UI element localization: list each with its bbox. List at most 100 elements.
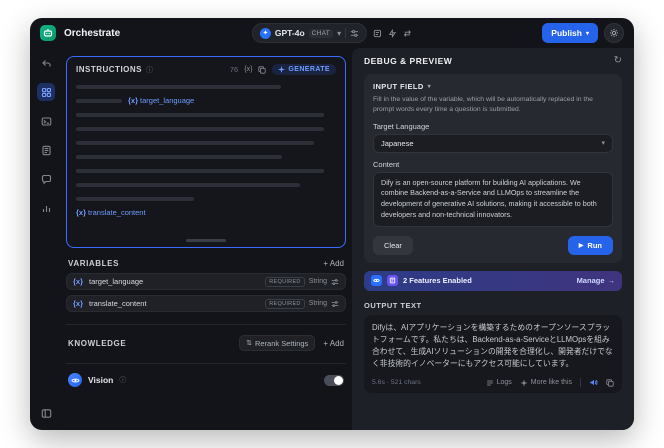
logs-label: Logs <box>496 379 512 387</box>
info-icon: ⓘ <box>119 377 127 384</box>
sidebar-item-orchestrate[interactable] <box>37 83 55 101</box>
vision-icon <box>68 373 82 387</box>
app-header: Orchestrate ✦ GPT-4o CHAT ▾ Publish ▾ <box>30 18 634 48</box>
rerank-label: Rerank Settings <box>254 338 309 348</box>
header-actions: Publish ▾ <box>542 23 624 43</box>
variable-type: String <box>308 300 327 307</box>
app-window: Orchestrate ✦ GPT-4o CHAT ▾ Publish ▾ IN… <box>30 18 634 430</box>
features-bar[interactable]: 2 Features Enabled Manage → <box>364 270 622 291</box>
refresh-icon[interactable]: ↻ <box>614 56 622 66</box>
manage-label: Manage <box>576 276 605 286</box>
prompt-line <box>76 112 324 117</box>
sparkle-icon <box>520 379 528 387</box>
back-icon[interactable] <box>37 54 55 72</box>
variable-icon: {x} <box>73 299 84 308</box>
target-language-label: Target Language <box>373 121 430 131</box>
model-selector[interactable]: ✦ GPT-4o CHAT ▾ <box>251 23 368 43</box>
arrow-right-icon: → <box>607 276 616 286</box>
features-count-label: 2 Features Enabled <box>403 276 472 286</box>
prompt-line <box>76 154 282 159</box>
rerank-icon: ⇅ <box>246 340 252 347</box>
debug-title: DEBUG & PREVIEW <box>364 56 453 66</box>
variable-name: target_language <box>89 277 144 286</box>
target-language-select[interactable]: Japanese ▾ <box>373 133 613 153</box>
output-footer: 5.6s · 521 chars Logs More like this <box>372 378 614 388</box>
input-field-toggle[interactable]: INPUT FIELD ▾ <box>373 82 613 91</box>
speaker-icon[interactable] <box>589 378 598 387</box>
orchestrate-panel: INSTRUCTIONS ⓘ 76 {x} GENERATE {x} targe… <box>62 48 352 430</box>
generate-label: GENERATE <box>288 66 330 73</box>
play-icon: ▶ <box>578 242 584 249</box>
model-mode-badge: CHAT <box>308 28 334 38</box>
char-count: 76 <box>229 65 239 74</box>
variable-row-translate-content[interactable]: {x} translate_content REQUIRED String <box>66 295 346 312</box>
prompt-line <box>76 182 300 187</box>
debug-preview-panel: DEBUG & PREVIEW ↻ INPUT FIELD ▾ Fill in … <box>352 48 634 430</box>
required-badge: REQUIRED <box>265 298 305 309</box>
manage-features-link[interactable]: Manage → <box>577 276 615 285</box>
prompt-log-icon[interactable] <box>373 29 382 38</box>
debug-header: DEBUG & PREVIEW ↻ <box>364 56 622 67</box>
rerank-settings-button[interactable]: ⇅ Rerank Settings <box>239 335 316 351</box>
variable-row-target-language[interactable]: {x} target_language REQUIRED String <box>66 273 346 290</box>
generate-button[interactable]: GENERATE <box>272 64 336 75</box>
add-variable-button[interactable]: + Add <box>323 259 344 268</box>
sidebar <box>30 48 62 430</box>
settings-button[interactable] <box>604 23 624 43</box>
run-button[interactable]: ▶ Run <box>567 235 613 255</box>
output-stats: 5.6s · 521 chars <box>372 379 421 387</box>
clear-button[interactable]: Clear <box>373 235 413 255</box>
model-name: GPT-4o <box>274 28 305 38</box>
knowledge-title: KNOWLEDGE <box>68 338 127 348</box>
copy-icon[interactable] <box>258 65 267 74</box>
run-label: Run <box>587 240 602 250</box>
prompt-line <box>76 168 324 173</box>
divider <box>345 28 347 38</box>
model-params-icon[interactable] <box>350 29 359 38</box>
collapse-panel-icon[interactable] <box>37 404 55 422</box>
variable-meta: REQUIRED String <box>265 276 339 287</box>
content-label: Content <box>373 159 400 169</box>
prompt-line <box>76 84 281 89</box>
toggle-knob <box>334 375 343 385</box>
chevron-down-icon: ▾ <box>337 28 342 38</box>
logs-button[interactable]: Logs <box>486 379 512 387</box>
variables-title: VARIABLES <box>68 259 120 268</box>
content-textarea[interactable]: Dify is an open-source platform for buil… <box>373 171 613 227</box>
swap-icon[interactable] <box>403 29 412 38</box>
horizontal-scrollbar[interactable] <box>186 239 226 242</box>
variable-config-icon[interactable] <box>331 300 339 308</box>
instructions-title: INSTRUCTIONS <box>76 65 142 74</box>
chevron-down-icon: ▾ <box>585 30 589 37</box>
target-language-value: Japanese <box>381 138 414 148</box>
sidebar-item-preview[interactable] <box>37 112 55 130</box>
sidebar-item-monitoring[interactable] <box>37 199 55 217</box>
copy-icon[interactable] <box>606 379 614 387</box>
input-field-description: Fill in the value of the variable, which… <box>373 96 593 113</box>
more-like-this-button[interactable]: More like this <box>520 379 572 387</box>
citation-feature-icon <box>387 275 398 287</box>
prompt-line <box>76 98 122 103</box>
vision-toggle[interactable] <box>324 374 344 386</box>
model-toolbar: ✦ GPT-4o CHAT ▾ <box>251 23 412 43</box>
prompt-line <box>76 126 324 131</box>
variable-icon: {x} <box>73 277 84 286</box>
instructions-editor[interactable]: INSTRUCTIONS ⓘ 76 {x} GENERATE {x} targe… <box>66 56 346 248</box>
page-title: Orchestrate <box>64 27 121 39</box>
chevron-down-icon: ▾ <box>601 140 605 148</box>
more-like-this-label: More like this <box>530 379 572 387</box>
variable-name: translate_content <box>89 299 147 308</box>
sidebar-item-annotations[interactable] <box>37 170 55 188</box>
output-title: OUTPUT TEXT <box>364 300 422 310</box>
sidebar-item-logs[interactable] <box>37 141 55 159</box>
publish-button[interactable]: Publish ▾ <box>542 23 598 43</box>
desktop-background: Orchestrate ✦ GPT-4o CHAT ▾ Publish ▾ IN… <box>0 0 664 448</box>
insert-variable-icon[interactable]: {x} <box>244 66 252 73</box>
shortcuts-icon[interactable] <box>388 28 397 38</box>
app-logo-icon[interactable] <box>40 25 56 41</box>
instructions-header: INSTRUCTIONS ⓘ 76 {x} GENERATE <box>76 64 336 75</box>
knowledge-section: KNOWLEDGE ⇅ Rerank Settings + Add <box>66 324 346 351</box>
add-knowledge-button[interactable]: + Add <box>323 339 344 348</box>
sparkle-icon <box>278 66 286 73</box>
variable-config-icon[interactable] <box>331 278 339 286</box>
